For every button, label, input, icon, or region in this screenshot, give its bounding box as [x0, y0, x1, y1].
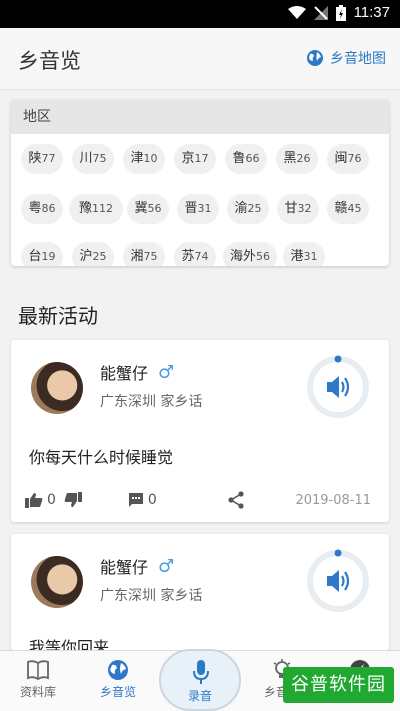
map-link-label: 乡音地图	[330, 51, 386, 67]
region-chip[interactable]: 闽76	[327, 144, 369, 174]
status-icons: 11:37	[287, 4, 390, 21]
status-bar: 11:37	[0, 0, 400, 28]
nav-label: 资料库	[19, 685, 56, 699]
nav-item-browse[interactable]: 乡音览	[88, 657, 148, 700]
globe-icon	[108, 660, 128, 680]
mic-icon	[193, 660, 209, 684]
comment-count: 0	[147, 492, 157, 508]
region-chip[interactable]: 冀56	[127, 194, 169, 224]
battery-icon	[335, 4, 346, 21]
nav-label: 乡音览	[99, 685, 136, 699]
male-icon: ♂	[158, 555, 175, 577]
region-chip[interactable]: 苏74	[174, 242, 216, 266]
progress-dot-icon	[334, 355, 342, 363]
play-audio-button[interactable]	[305, 354, 371, 420]
globe-icon	[307, 50, 323, 66]
app-bar: 乡音览 乡音地图	[0, 28, 400, 90]
section-title: 最新活动	[18, 304, 98, 328]
region-chip[interactable]: 湘75	[123, 242, 165, 266]
progress-dot-icon	[334, 549, 342, 557]
dislike-button[interactable]	[64, 492, 82, 508]
activity-actions: 0 0 2019-08-11	[25, 488, 371, 512]
region-chip[interactable]: 粤86	[21, 194, 63, 224]
like-count: 0	[47, 492, 56, 508]
activity-text: 你每天什么时候睡觉	[29, 448, 174, 467]
user-name[interactable]: 能蟹仔	[100, 360, 148, 384]
avatar[interactable]	[31, 362, 83, 414]
user-location: 广东深圳 家乡话	[100, 394, 203, 410]
activity-text: 我等你回来	[29, 638, 110, 650]
speaker-icon	[327, 570, 339, 592]
nav-item-library[interactable]: 资料库	[8, 657, 68, 700]
user-name[interactable]: 能蟹仔	[100, 554, 148, 578]
avatar[interactable]	[31, 556, 83, 608]
activity-date: 2019-08-11	[295, 492, 371, 508]
region-chip[interactable]: 豫112	[69, 194, 123, 224]
record-button[interactable]: 录音	[159, 649, 241, 711]
region-chip[interactable]: 赣45	[327, 194, 369, 224]
share-button[interactable]	[227, 491, 245, 509]
share-icon	[228, 491, 244, 509]
region-chip[interactable]: 台19	[21, 242, 63, 266]
record-label: 录音	[187, 689, 212, 703]
book-icon	[27, 660, 49, 680]
region-card: 地区 陕77 川75 津10 京17 鲁66 黑26 闽76 粤86 豫112 …	[11, 100, 389, 266]
activity-card[interactable]: 能蟹仔 ♂ 广东深圳 家乡话 你每天什么时候睡觉 0 0 2019-08-11	[11, 340, 389, 522]
region-title: 地区	[11, 100, 389, 134]
region-chip-grid: 陕77 川75 津10 京17 鲁66 黑26 闽76 粤86 豫112 冀56…	[11, 134, 389, 266]
play-audio-button[interactable]	[305, 548, 371, 614]
region-chip[interactable]: 黑26	[276, 144, 318, 174]
thumbs-down-icon	[64, 492, 82, 507]
region-chip[interactable]: 京17	[174, 144, 216, 174]
male-icon: ♂	[158, 361, 175, 383]
region-chip[interactable]: 鲁66	[225, 144, 267, 174]
region-chip[interactable]: 陕77	[21, 144, 63, 174]
watermark: 谷普软件园	[283, 667, 394, 703]
user-location: 广东深圳 家乡话	[100, 588, 203, 604]
region-chip[interactable]: 港31	[283, 242, 325, 266]
region-chip[interactable]: 晋31	[177, 194, 219, 224]
region-chip[interactable]: 川75	[72, 144, 114, 174]
no-signal-icon	[313, 5, 328, 20]
region-chip[interactable]: 甘32	[277, 194, 319, 224]
speaker-icon	[327, 376, 339, 398]
activity-card[interactable]: 能蟹仔 ♂ 广东深圳 家乡话 我等你回来	[11, 534, 389, 650]
wifi-icon	[287, 5, 306, 19]
user-name-row: 能蟹仔 ♂	[100, 554, 174, 578]
map-link[interactable]: 乡音地图	[306, 48, 386, 68]
region-chip[interactable]: 海外56	[223, 242, 277, 266]
page-title: 乡音览	[18, 49, 81, 73]
region-chip[interactable]: 渝25	[227, 194, 269, 224]
region-chip[interactable]: 津10	[123, 144, 165, 174]
user-name-row: 能蟹仔 ♂	[100, 360, 174, 384]
region-chip[interactable]: 沪25	[72, 242, 114, 266]
thumbs-up-icon	[25, 493, 43, 508]
status-time: 11:37	[353, 4, 390, 21]
comment-icon	[128, 493, 143, 507]
like-button[interactable]: 0	[25, 492, 56, 508]
comment-button[interactable]: 0	[128, 492, 157, 508]
